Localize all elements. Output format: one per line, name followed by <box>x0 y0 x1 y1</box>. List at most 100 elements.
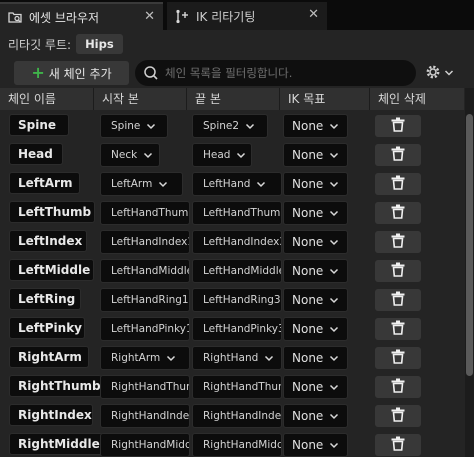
start-bone-dropdown[interactable]: LeftHandThumb <box>100 201 190 225</box>
end-bone-dropdown[interactable]: LeftHandRing3 <box>192 288 282 312</box>
chevron-down-icon <box>329 206 339 220</box>
chain-name-field[interactable]: RightMiddle <box>9 433 103 455</box>
start-bone-value: RightHandThum <box>111 381 189 393</box>
delete-chain-button[interactable] <box>375 318 421 340</box>
end-bone-value: LeftHandRing3 <box>203 294 281 306</box>
ik-goal-dropdown[interactable]: None <box>283 404 348 428</box>
search-icon <box>143 65 159 81</box>
column-chain-name[interactable]: 체인 이름 <box>0 88 93 110</box>
column-end-bone[interactable]: 끝 본 <box>186 88 279 110</box>
chain-name-field[interactable]: RightThumb <box>9 375 102 397</box>
end-bone-dropdown[interactable]: Spine2 <box>192 114 268 138</box>
end-bone-dropdown[interactable]: LeftHandPinky3 <box>192 317 282 341</box>
table-row: RightMiddle RightHandMidd RightHandMidd Non… <box>0 430 464 457</box>
start-bone-value: RightArm <box>111 352 161 364</box>
ik-goal-dropdown[interactable]: None <box>283 375 348 399</box>
start-bone-dropdown[interactable]: Spine <box>100 114 168 138</box>
start-bone-dropdown[interactable]: LeftHandIndex1 <box>100 230 190 254</box>
chain-name-field[interactable]: Head <box>9 143 63 165</box>
ik-goal-value: None <box>292 322 324 336</box>
scrollbar-thumb[interactable] <box>466 114 473 376</box>
settings-button[interactable] <box>425 63 465 83</box>
chain-name-field[interactable]: LeftArm <box>9 172 80 194</box>
delete-chain-button[interactable] <box>375 231 421 253</box>
chevron-down-icon <box>444 66 454 80</box>
column-start-bone[interactable]: 시작 본 <box>93 88 186 110</box>
ik-goal-dropdown[interactable]: None <box>283 143 348 167</box>
end-bone-dropdown[interactable]: LeftHandThumb <box>192 201 282 225</box>
delete-chain-button[interactable] <box>375 260 421 282</box>
delete-chain-button[interactable] <box>375 434 421 456</box>
chain-name-field[interactable]: LeftIndex <box>9 230 87 252</box>
trash-icon <box>391 407 405 425</box>
trash-icon <box>391 320 405 338</box>
chain-name-field[interactable]: LeftRing <box>9 288 81 310</box>
table-row: LeftThumb LeftHandThumb LeftHandThumb None <box>0 198 464 227</box>
delete-chain-button[interactable] <box>375 144 421 166</box>
table-row: LeftIndex LeftHandIndex1 LeftHandIndex3 Non… <box>0 227 464 256</box>
column-delete-chain[interactable]: 체인 삭제 <box>369 88 464 110</box>
ik-goal-value: None <box>292 119 324 133</box>
trash-icon <box>391 291 405 309</box>
start-bone-dropdown[interactable]: RightHandIndex <box>100 404 190 428</box>
start-bone-dropdown[interactable]: LeftHandRing1 <box>100 288 190 312</box>
ik-goal-dropdown[interactable]: None <box>283 172 348 196</box>
end-bone-dropdown[interactable]: RightHandIndex <box>192 404 282 428</box>
tab-ik-retargeting[interactable]: IK 리타기팅 ✕ <box>167 2 327 30</box>
end-bone-value: RightHandIndex <box>203 410 281 422</box>
ik-goal-dropdown[interactable]: None <box>283 346 348 370</box>
retarget-root-value[interactable]: Hips <box>76 34 123 54</box>
delete-chain-button[interactable] <box>375 289 421 311</box>
close-icon[interactable]: ✕ <box>308 7 319 22</box>
ik-goal-dropdown[interactable]: None <box>283 114 348 138</box>
start-bone-value: LeftArm <box>111 178 153 190</box>
start-bone-dropdown[interactable]: Neck <box>100 143 161 167</box>
ik-goal-value: None <box>292 177 324 191</box>
start-bone-dropdown[interactable]: RightArm <box>100 346 190 370</box>
delete-chain-button[interactable] <box>375 376 421 398</box>
start-bone-dropdown[interactable]: LeftHandPinky1 <box>100 317 190 341</box>
close-icon[interactable]: ✕ <box>144 9 155 24</box>
delete-chain-button[interactable] <box>375 115 421 137</box>
ik-goal-dropdown[interactable]: None <box>283 201 348 225</box>
end-bone-dropdown[interactable]: LeftHandIndex3 <box>192 230 282 254</box>
end-bone-dropdown[interactable]: LeftHandMiddle <box>192 259 282 283</box>
ik-goal-dropdown[interactable]: None <box>283 259 348 283</box>
start-bone-dropdown[interactable]: RightHandThum <box>100 375 190 399</box>
start-bone-dropdown[interactable]: RightHandMidd <box>100 433 190 457</box>
chain-name-field[interactable]: RightIndex <box>9 404 93 426</box>
ik-goal-dropdown[interactable]: None <box>283 433 348 457</box>
delete-chain-button[interactable] <box>375 202 421 224</box>
column-ik-goal[interactable]: IK 목표 <box>279 88 369 110</box>
chain-name-field[interactable]: LeftThumb <box>9 201 95 223</box>
chain-name-field[interactable]: LeftPinky <box>9 317 85 339</box>
end-bone-dropdown[interactable]: Head <box>192 143 253 167</box>
trash-icon <box>391 204 405 222</box>
ik-goal-dropdown[interactable]: None <box>283 230 348 254</box>
search-box[interactable] <box>135 60 416 86</box>
gear-icon <box>425 64 441 83</box>
delete-chain-button[interactable] <box>375 405 421 427</box>
start-bone-dropdown[interactable]: LeftHandMiddle <box>100 259 190 283</box>
delete-chain-button[interactable] <box>375 347 421 369</box>
end-bone-dropdown[interactable]: LeftHand <box>192 172 282 196</box>
search-input[interactable] <box>165 66 405 80</box>
add-chain-button[interactable]: + 새 체인 추가 <box>14 61 129 85</box>
ik-goal-dropdown[interactable]: None <box>283 288 348 312</box>
chain-name-field[interactable]: RightArm <box>9 346 89 368</box>
ik-goal-dropdown[interactable]: None <box>283 317 348 341</box>
table-row: LeftPinky LeftHandPinky1 LeftHandPinky3 Non… <box>0 314 464 343</box>
chevron-down-icon <box>329 293 339 307</box>
chevron-down-icon <box>264 351 274 365</box>
chain-name-field[interactable]: LeftMiddle <box>9 259 94 281</box>
end-bone-dropdown[interactable]: RightHandMidd <box>192 433 282 457</box>
end-bone-dropdown[interactable]: RightHandThum <box>192 375 282 399</box>
table-row: Head Neck Head None <box>0 140 464 169</box>
ik-goal-value: None <box>292 264 324 278</box>
chain-name-field[interactable]: Spine <box>9 114 69 136</box>
tab-asset-browser[interactable]: 에셋 브라우저 ✕ <box>0 2 163 30</box>
delete-chain-button[interactable] <box>375 173 421 195</box>
end-bone-value: Spine2 <box>203 120 240 132</box>
end-bone-dropdown[interactable]: RightHand <box>192 346 282 370</box>
start-bone-dropdown[interactable]: LeftArm <box>100 172 184 196</box>
